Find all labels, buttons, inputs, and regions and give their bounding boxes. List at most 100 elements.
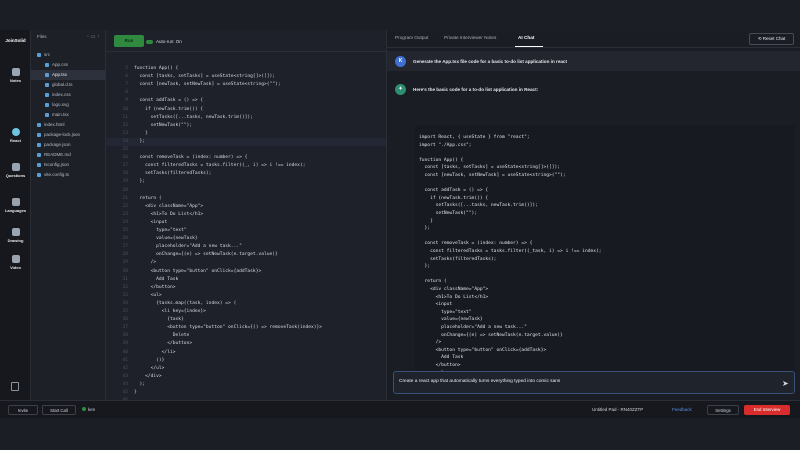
- file-item[interactable]: README.md: [31, 150, 105, 160]
- new-file-icon[interactable]: ▫▭↑: [87, 34, 102, 40]
- line-number: 23: [122, 211, 128, 217]
- file-item[interactable]: global.d.ts: [31, 80, 105, 90]
- answer-code-line: />: [419, 340, 442, 346]
- answer-code-line: };: [419, 226, 431, 232]
- file-item[interactable]: logo.svg: [31, 100, 105, 110]
- start-call-button[interactable]: Start Call: [42, 405, 76, 415]
- tab-interviewer-notes[interactable]: Private Interviewer Notes: [444, 35, 496, 40]
- code-line: };: [134, 138, 146, 144]
- answer-code-block: import React, { useState } from "react";…: [415, 125, 795, 375]
- invite-button[interactable]: Invite: [8, 405, 38, 415]
- code-line: <ul>: [134, 292, 162, 298]
- file-icon: [37, 142, 41, 147]
- code-line: </ul>: [134, 365, 165, 371]
- code-line: placeholder="Add a new task...": [134, 244, 242, 250]
- file-item[interactable]: main.tsx: [31, 110, 105, 120]
- file-item[interactable]: index.html: [31, 120, 105, 130]
- line-number: 13: [122, 130, 128, 136]
- answer-code-line: setTasks(filteredTasks);: [419, 256, 497, 262]
- line-number: 32: [122, 284, 128, 290]
- file-item[interactable]: App.css: [31, 60, 105, 70]
- chat-input-value[interactable]: Create a react app that automatically tu…: [399, 379, 560, 384]
- copy-icon[interactable]: [11, 382, 19, 391]
- line-number: 18: [122, 171, 128, 177]
- panel-tabs: Program Output Private Interviewer Notes…: [387, 30, 800, 48]
- file-item[interactable]: index.css: [31, 90, 105, 100]
- file-item[interactable]: tsconfig.json: [31, 160, 105, 170]
- line-number: 37: [122, 325, 128, 331]
- editor-toolbar: Run Auto-run: On: [106, 30, 386, 52]
- answer-code-line: <div className="App">: [419, 287, 489, 292]
- file-name: tsconfig.json: [44, 162, 70, 167]
- code-line: return (: [134, 195, 162, 201]
- answer-code-line: <button type="button" onClick={addTask}>: [419, 347, 547, 353]
- autorun-toggle[interactable]: Auto-run: On: [146, 39, 182, 44]
- answer-code-line: const addTask = () => {: [419, 188, 489, 194]
- rail-item-languages[interactable]: Languages: [0, 198, 31, 213]
- rail-item-questions[interactable]: Questions: [0, 163, 31, 178]
- code-line: <button type="button" onClick={() => rem…: [134, 325, 323, 331]
- line-number: 42: [122, 365, 128, 371]
- rail-item-video[interactable]: Video: [0, 255, 31, 270]
- line-number: 43: [122, 373, 128, 379]
- rail-label: Questions: [5, 173, 26, 178]
- user-avatar: K: [395, 56, 406, 67]
- end-interview-button[interactable]: End Interview: [744, 405, 790, 415]
- run-button[interactable]: Run: [114, 35, 144, 47]
- file-name: vite.config.ts: [44, 172, 70, 177]
- feedback-link[interactable]: Feedback: [672, 407, 692, 412]
- user-message: K Generate the App.tsx file code for a b…: [387, 51, 800, 71]
- file-item[interactable]: App.tsx: [31, 70, 105, 80]
- code-area[interactable]: 5 function App() {6 const [tasks, setTask…: [106, 65, 386, 411]
- file-item[interactable]: package-lock.json: [31, 130, 105, 140]
- code-line: setNewTask("");: [134, 122, 193, 128]
- line-number: 19: [122, 179, 128, 185]
- file-name: App.css: [52, 62, 69, 67]
- code-line: function App() {: [134, 66, 179, 71]
- rail-item-notes[interactable]: Notes: [0, 68, 31, 83]
- code-line: </button>: [134, 284, 176, 290]
- toggle-icon: [146, 39, 153, 44]
- code-line: Add Task: [134, 276, 179, 282]
- line-number: 11: [122, 114, 128, 120]
- line-number: 22: [122, 203, 128, 209]
- file-item[interactable]: package.json: [31, 140, 105, 150]
- send-icon[interactable]: ➤: [782, 379, 789, 388]
- file-item[interactable]: vite.config.ts: [31, 170, 105, 180]
- file-icon: [45, 72, 49, 77]
- drawing-icon: [11, 228, 20, 236]
- reset-chat-button[interactable]: ⟲ Reset Chat: [749, 33, 794, 45]
- file-name: package-lock.json: [44, 132, 81, 137]
- file-item[interactable]: src: [31, 50, 105, 60]
- line-number: 33: [122, 292, 128, 298]
- line-number: 31: [122, 276, 128, 282]
- answer-code-line: import "./App.css";: [419, 142, 472, 148]
- code-editor[interactable]: Run Auto-run: On 5 function App() {6 cons…: [106, 30, 386, 411]
- answer-code-line: };: [419, 264, 431, 270]
- chat-input[interactable]: Create a react app that automatically tu…: [393, 371, 795, 394]
- line-number: 28: [122, 252, 128, 258]
- rail-item-drawing[interactable]: Drawing: [0, 228, 31, 243]
- tab-ai-chat[interactable]: AI Chat: [518, 35, 534, 40]
- file-name: logo.svg: [52, 102, 69, 107]
- chat-panel: Program Output Private Interviewer Notes…: [386, 30, 800, 400]
- answer-code-line: }: [419, 218, 433, 224]
- code-line: <input: [134, 219, 168, 225]
- folder-icon: [37, 52, 41, 57]
- line-number: 8: [125, 90, 128, 96]
- pad-id: Untitled Pad - RN40ZZTP: [592, 407, 644, 412]
- react-icon: [11, 128, 20, 136]
- rail-item-react[interactable]: React: [0, 128, 31, 143]
- file-name: index.css: [52, 92, 71, 97]
- autorun-label: Auto-run: On: [156, 39, 182, 44]
- line-number: 29: [122, 260, 128, 266]
- file-icon: [37, 152, 41, 157]
- code-line: const [tasks, setTasks] = useState<strin…: [134, 74, 276, 80]
- settings-button[interactable]: Settings: [707, 405, 739, 415]
- code-line: </div>: [134, 373, 162, 379]
- assistant-intro: Here's the basic code for a to-do list a…: [413, 87, 539, 92]
- code-line: const [newTask, setNewTask] = useState<s…: [134, 82, 281, 88]
- answer-code-line: setNewTask("");: [419, 211, 478, 216]
- tab-program-output[interactable]: Program Output: [395, 35, 428, 40]
- file-explorer-title: Files: [37, 34, 47, 39]
